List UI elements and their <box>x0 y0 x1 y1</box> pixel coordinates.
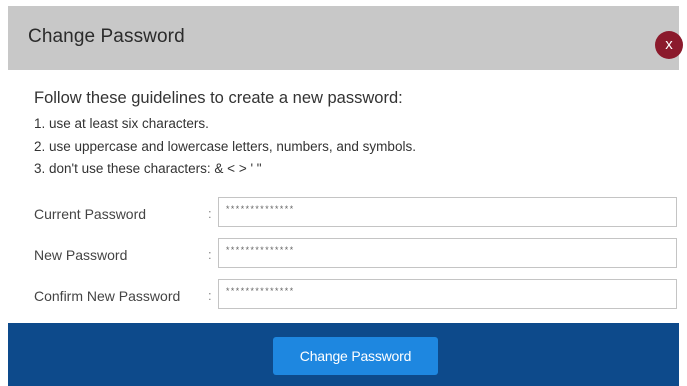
close-button[interactable]: x <box>655 31 683 59</box>
guidelines-heading: Follow these guidelines to create a new … <box>34 89 403 107</box>
field-colon: : <box>208 206 212 221</box>
dialog-header: Change Password x <box>8 6 683 70</box>
field-colon: : <box>208 288 212 303</box>
new-password-input[interactable]: ************** <box>218 238 677 268</box>
confirm-password-input[interactable]: ************** <box>218 279 677 309</box>
close-icon: x <box>665 36 673 53</box>
current-password-input[interactable]: ************** <box>218 197 677 227</box>
current-password-label: Current Password <box>34 206 147 222</box>
guideline-item: 1. use at least six characters. <box>34 116 209 131</box>
guideline-item: 3. don't use these characters: & < > ' " <box>34 161 262 176</box>
field-colon: : <box>208 247 212 262</box>
change-password-dialog: Change Password x Follow these guideline… <box>0 0 687 386</box>
guideline-item: 2. use uppercase and lowercase letters, … <box>34 139 416 154</box>
dialog-title: Change Password <box>28 26 185 47</box>
new-password-label: New Password <box>34 247 128 263</box>
confirm-password-label: Confirm New Password <box>34 288 181 304</box>
dialog-footer: Change Password <box>8 323 679 386</box>
dialog-body: Follow these guidelines to create a new … <box>8 70 679 323</box>
change-password-button[interactable]: Change Password <box>273 337 438 375</box>
